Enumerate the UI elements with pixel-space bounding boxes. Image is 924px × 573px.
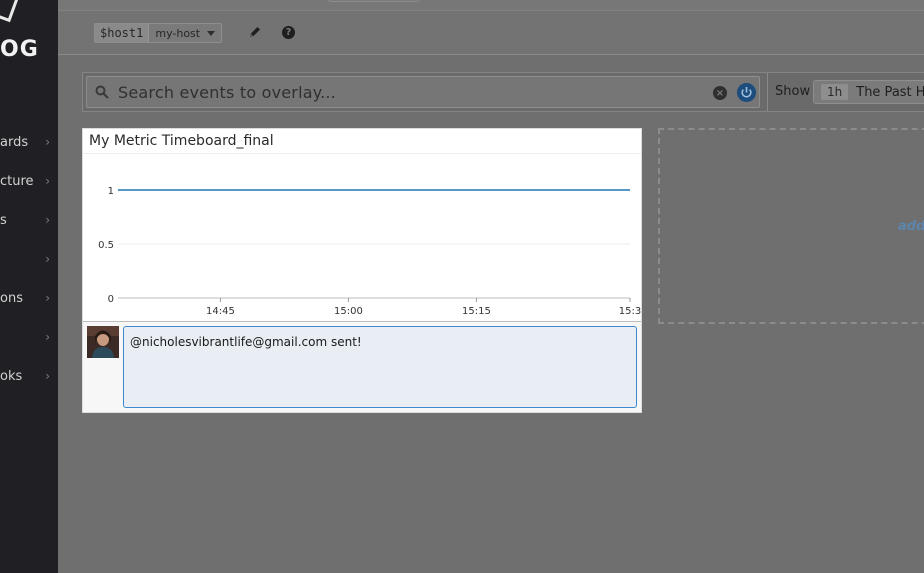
timeseries-widget[interactable]: My Metric Timeboard_final 0 0.5 1 14:45 15:0… [82, 128, 642, 413]
search-input[interactable]: Search events to overlay... × [86, 76, 760, 108]
y-tick-label: 1 [108, 186, 114, 197]
event-overlay-bar: Search events to overlay... × Show 1h Th… [82, 72, 924, 112]
sidebar-item-infrastructure[interactable]: cture › [0, 171, 58, 191]
y-tick-label: 0.5 [98, 240, 114, 251]
main-sidebar: OG ards › cture › s › › ons › › oks › [0, 0, 58, 573]
template-variable-selector[interactable]: $host1 my-host [94, 23, 223, 43]
x-tick-label: 14:45 [206, 306, 235, 317]
user-avatar [87, 326, 119, 358]
sidebar-item-notebooks[interactable]: oks › [0, 366, 58, 386]
sidebar-item-label: s [0, 212, 7, 228]
comment-text: @nicholesvibrantlife@gmail.com sent! [130, 335, 362, 349]
caret-down-icon [207, 30, 216, 36]
x-tick-label: 15:15 [462, 306, 491, 317]
timeframe-label: The Past Hour [856, 84, 924, 100]
logo-text: OG [0, 37, 39, 62]
add-widget-label[interactable]: add [898, 219, 924, 234]
chevron-right-icon: › [45, 252, 50, 266]
comment-area: @nicholesvibrantlife@gmail.com sent! [83, 322, 641, 412]
help-icon[interactable]: ? [282, 26, 295, 39]
chevron-right-icon: › [45, 213, 50, 227]
sidebar-item-monitors[interactable]: s › [0, 210, 58, 230]
chevron-right-icon: › [45, 174, 50, 188]
timeframe-badge: 1h [821, 84, 849, 100]
timeframe-selector[interactable]: 1h The Past Hour [813, 80, 924, 104]
chevron-right-icon: › [45, 369, 50, 383]
sidebar-item-integrations[interactable]: ons › [0, 288, 58, 308]
template-variable-value[interactable]: my-host [149, 24, 221, 42]
y-tick-label: 0 [108, 294, 114, 305]
search-icon [95, 85, 109, 99]
divider [767, 73, 768, 111]
chevron-right-icon: › [45, 135, 50, 149]
sidebar-item-label: ards [0, 134, 29, 150]
header-strip [58, 0, 924, 11]
header-control[interactable] [328, 0, 420, 2]
add-widget-placeholder[interactable]: add [658, 128, 924, 324]
logo-icon [0, 0, 21, 23]
template-variables-bar: $host1 my-host ? [58, 11, 924, 55]
clear-icon[interactable]: × [713, 86, 727, 100]
power-icon[interactable] [737, 83, 756, 102]
comment-input[interactable]: @nicholesvibrantlife@gmail.com sent! [123, 326, 637, 408]
pencil-icon[interactable] [248, 25, 262, 39]
template-variable-value-label: my-host [155, 26, 201, 40]
show-label: Show [775, 84, 811, 99]
sidebar-item-dashboards[interactable]: ards › [0, 132, 58, 152]
sidebar-item-apm[interactable]: › [0, 327, 58, 347]
sidebar-item-metrics[interactable]: › [0, 249, 58, 269]
template-variable-name: $host1 [95, 24, 150, 42]
search-placeholder: Search events to overlay... [118, 83, 336, 102]
chevron-right-icon: › [45, 330, 50, 344]
widget-title: My Metric Timeboard_final [89, 133, 274, 149]
x-tick-label: 15:3 [619, 306, 641, 317]
x-tick-label: 15:00 [334, 306, 363, 317]
sidebar-item-label: cture [0, 173, 34, 189]
chevron-right-icon: › [45, 291, 50, 305]
sidebar-item-label: oks [0, 368, 23, 384]
sidebar-item-label: ons [0, 290, 23, 306]
timeseries-chart[interactable]: 0 0.5 1 14:45 15:00 15:15 15:3 [83, 154, 641, 321]
